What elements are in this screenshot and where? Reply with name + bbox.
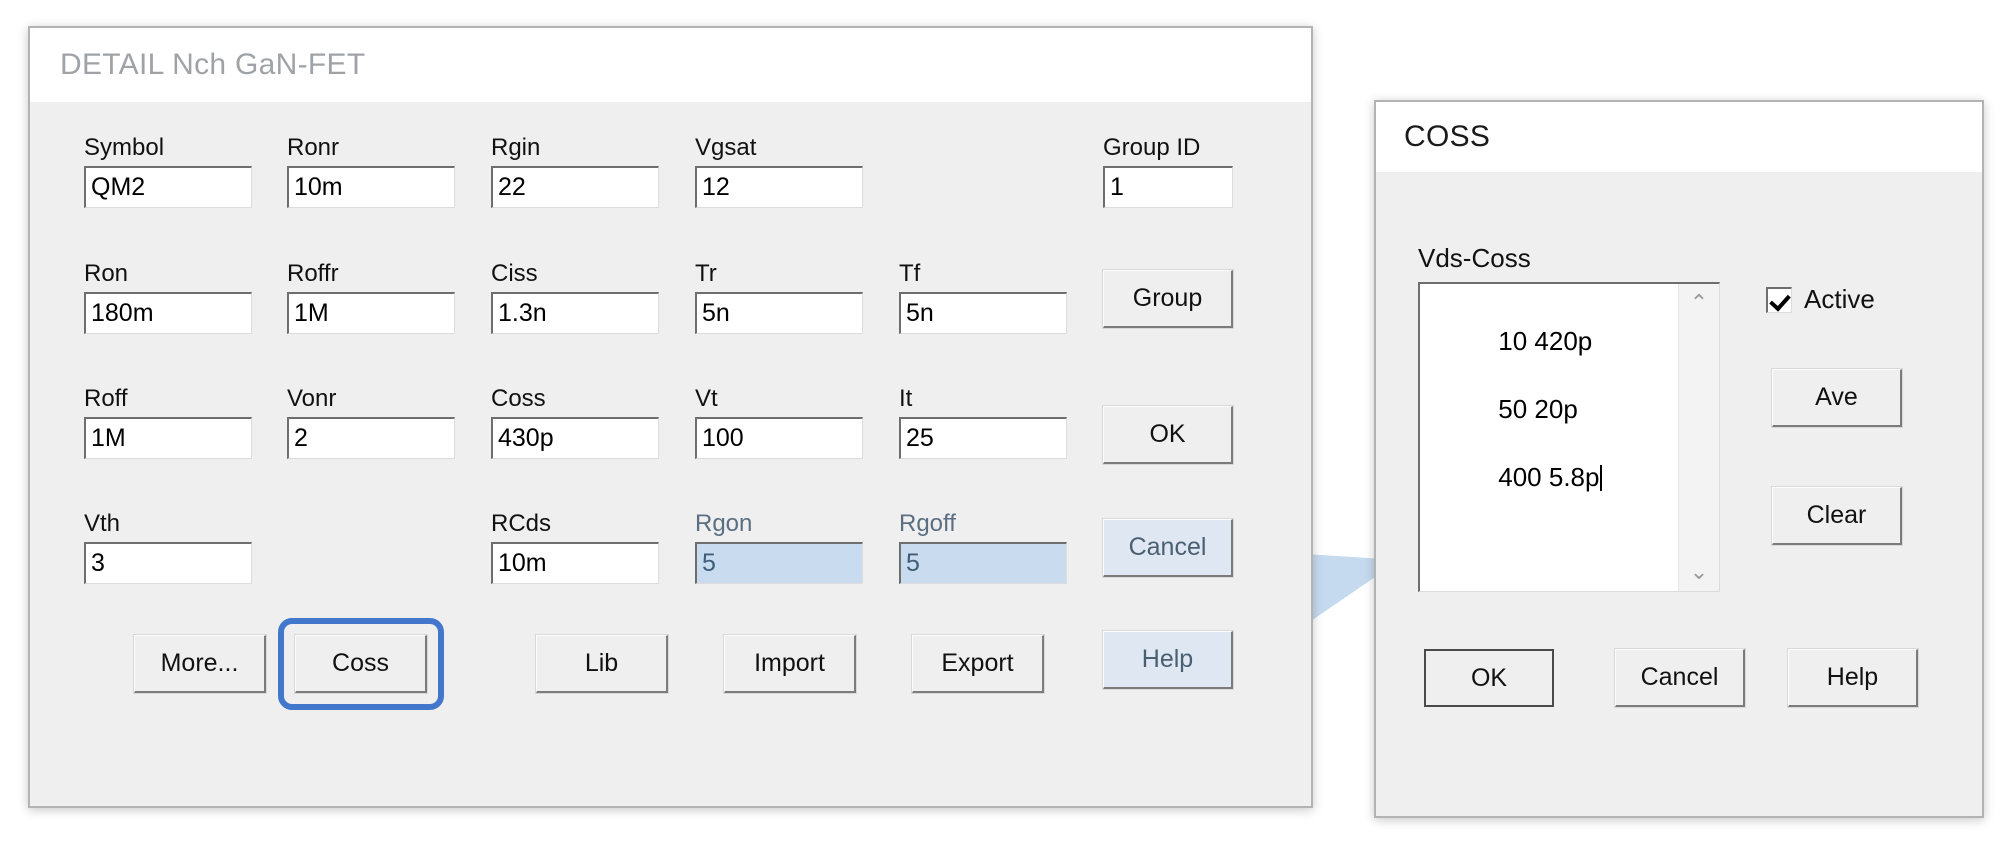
field-group-id: Group ID 1 — [1103, 134, 1233, 208]
field-ciss: Ciss 1.3n — [491, 260, 659, 334]
cancel-button[interactable]: Cancel — [1102, 518, 1234, 578]
field-vth: Vth 3 — [84, 510, 252, 584]
screenshot-root: DETAIL Nch GaN-FET Symbol QM2 Ronr 10m R… — [0, 0, 2009, 850]
field-tf: Tf 5n — [899, 260, 1067, 334]
input-rgoff[interactable]: 5 — [899, 542, 1067, 584]
field-label-it: It — [899, 385, 913, 412]
field-symbol: Symbol QM2 — [84, 134, 252, 208]
input-group-id[interactable]: 1 — [1103, 166, 1233, 208]
field-label-vonr: Vonr — [287, 385, 337, 412]
coss-ok-button[interactable]: OK — [1424, 649, 1554, 707]
input-ron[interactable]: 180m — [84, 292, 252, 334]
field-label-roff: Roff — [84, 385, 128, 412]
coss-dialog: COSS Vds-Coss 10 420p 50 20p 400 5.8p ⌃ … — [1374, 100, 1984, 818]
active-checkbox-icon[interactable] — [1766, 286, 1792, 313]
field-rgoff: Rgoff 5 — [899, 510, 1067, 584]
coss-dialog-title: COSS — [1404, 120, 1491, 153]
scroll-up-icon[interactable]: ⌃ — [1690, 284, 1708, 322]
field-label-coss: Coss — [491, 385, 546, 412]
vds-coss-listbox[interactable]: 10 420p 50 20p 400 5.8p ⌃ ⌄ — [1418, 282, 1720, 592]
field-label-tr: Tr — [695, 260, 717, 287]
input-ronr[interactable]: 10m — [287, 166, 455, 208]
detail-dialog-body: Symbol QM2 Ronr 10m Rgin 22 Vgsat 12 Gro… — [30, 102, 1311, 808]
field-label-vgsat: Vgsat — [695, 134, 757, 161]
help-button[interactable]: Help — [1102, 630, 1234, 690]
input-symbol[interactable]: QM2 — [84, 166, 252, 208]
field-rgin: Rgin 22 — [491, 134, 659, 208]
input-vt[interactable]: 100 — [695, 417, 863, 459]
field-rcds: RCds 10m — [491, 510, 659, 584]
active-checkbox-label: Active — [1804, 284, 1875, 314]
scroll-down-icon[interactable]: ⌄ — [1690, 553, 1708, 591]
field-vgsat: Vgsat 12 — [695, 134, 863, 208]
input-ciss[interactable]: 1.3n — [491, 292, 659, 334]
vds-coss-scrollbar[interactable]: ⌃ ⌄ — [1678, 284, 1719, 591]
ave-button[interactable]: Ave — [1771, 368, 1903, 428]
more-button[interactable]: More... — [133, 634, 267, 694]
field-label-symbol: Symbol — [84, 134, 165, 161]
coss-help-button[interactable]: Help — [1787, 648, 1919, 708]
field-label-tf: Tf — [899, 260, 921, 287]
input-tf[interactable]: 5n — [899, 292, 1067, 334]
coss-dialog-body: Vds-Coss 10 420p 50 20p 400 5.8p ⌃ ⌄ Act… — [1376, 172, 1982, 816]
group-button[interactable]: Group — [1102, 269, 1234, 329]
field-ronr: Ronr 10m — [287, 134, 455, 208]
field-coss: Coss 430p — [491, 385, 659, 459]
field-it: It 25 — [899, 385, 1067, 459]
clear-button[interactable]: Clear — [1771, 486, 1903, 546]
vds-coss-label: Vds-Coss — [1418, 243, 1531, 273]
vds-coss-list-content: 10 420p 50 20p 400 5.8p — [1420, 284, 1719, 528]
field-label-ronr: Ronr — [287, 134, 340, 161]
list-line-2: 400 5.8p — [1498, 462, 1600, 492]
input-roff[interactable]: 1M — [84, 417, 252, 459]
export-button[interactable]: Export — [911, 634, 1045, 694]
field-label-vt: Vt — [695, 385, 718, 412]
input-rgon[interactable]: 5 — [695, 542, 863, 584]
text-caret — [1600, 465, 1603, 491]
field-roffr: Roffr 1M — [287, 260, 455, 334]
field-label-roffr: Roffr — [287, 260, 339, 287]
input-roffr[interactable]: 1M — [287, 292, 455, 334]
detail-dialog-titlebar: DETAIL Nch GaN-FET — [30, 28, 1311, 102]
input-it[interactable]: 25 — [899, 417, 1067, 459]
ok-button[interactable]: OK — [1102, 405, 1234, 465]
input-coss[interactable]: 430p — [491, 417, 659, 459]
coss-button[interactable]: Coss — [294, 634, 428, 694]
list-line-1: 50 20p — [1498, 394, 1578, 424]
coss-dialog-titlebar: COSS — [1376, 102, 1982, 172]
input-rgin[interactable]: 22 — [491, 166, 659, 208]
input-rcds[interactable]: 10m — [491, 542, 659, 584]
field-vt: Vt 100 — [695, 385, 863, 459]
field-label-rgoff: Rgoff — [899, 510, 956, 537]
field-rgon: Rgon 5 — [695, 510, 863, 584]
field-label-ron: Ron — [84, 260, 129, 287]
field-label-group-id: Group ID — [1103, 134, 1201, 161]
lib-button[interactable]: Lib — [535, 634, 669, 694]
field-ron: Ron 180m — [84, 260, 252, 334]
field-label-rgin: Rgin — [491, 134, 541, 161]
coss-cancel-button[interactable]: Cancel — [1614, 648, 1746, 708]
detail-dialog-title: DETAIL Nch GaN-FET — [60, 48, 366, 81]
input-vth[interactable]: 3 — [84, 542, 252, 584]
field-label-vth: Vth — [84, 510, 121, 537]
field-vonr: Vonr 2 — [287, 385, 455, 459]
field-label-rcds: RCds — [491, 510, 552, 537]
detail-dialog: DETAIL Nch GaN-FET Symbol QM2 Ronr 10m R… — [28, 26, 1313, 808]
field-label-rgon: Rgon — [695, 510, 753, 537]
list-line-0: 10 420p — [1498, 326, 1593, 356]
field-label-ciss: Ciss — [491, 260, 538, 287]
input-vgsat[interactable]: 12 — [695, 166, 863, 208]
field-tr: Tr 5n — [695, 260, 863, 334]
input-tr[interactable]: 5n — [695, 292, 863, 334]
field-roff: Roff 1M — [84, 385, 252, 459]
active-checkbox-row[interactable]: Active — [1766, 284, 1875, 315]
import-button[interactable]: Import — [723, 634, 857, 694]
input-vonr[interactable]: 2 — [287, 417, 455, 459]
